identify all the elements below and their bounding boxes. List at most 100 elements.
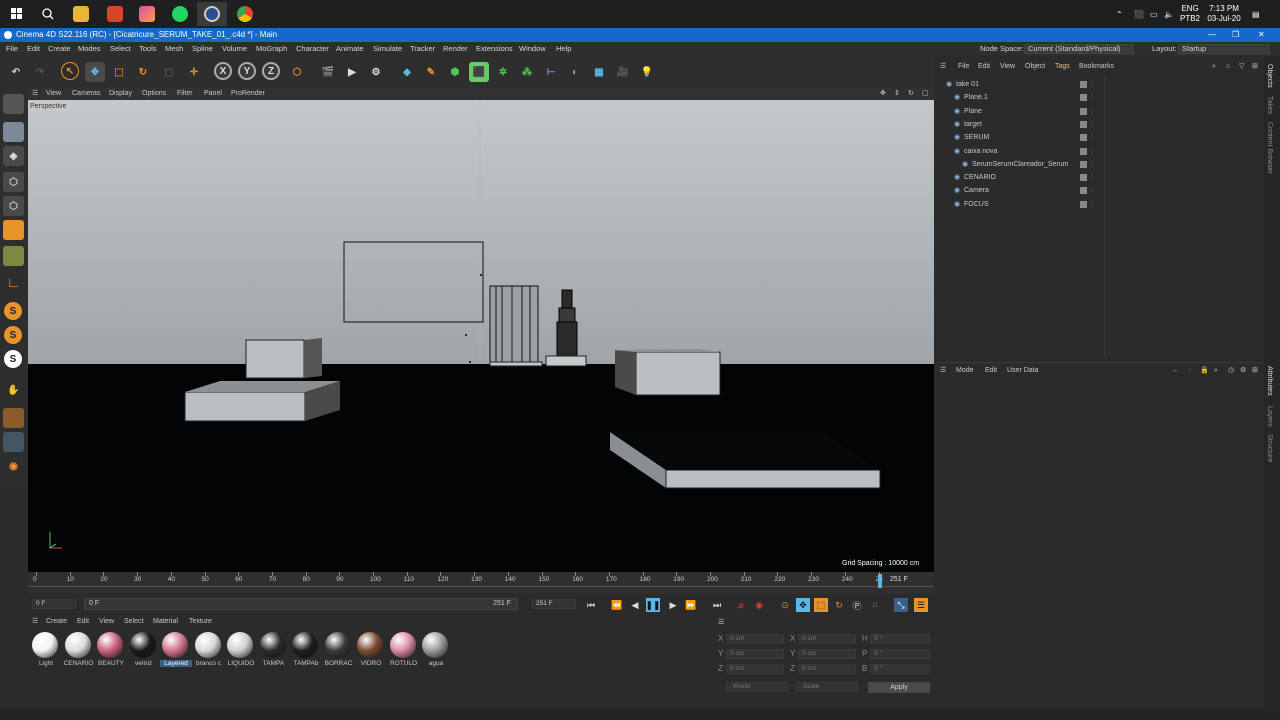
tab-objects[interactable]: Objects	[1266, 64, 1273, 88]
move-tool-icon[interactable]: ✥	[85, 62, 105, 82]
layer-visibility-toggle[interactable]	[1080, 174, 1087, 182]
tab-content-browser[interactable]: Content Browser	[1266, 122, 1273, 174]
node-space-dropdown[interactable]: Current (Standard/Physical)	[1024, 44, 1134, 54]
object-row[interactable]: ◉ Camera:	[934, 184, 1264, 197]
viewport-camera-label[interactable]: Perspective	[28, 102, 69, 111]
apply-button[interactable]: Apply	[868, 682, 930, 693]
layer-visibility-toggle[interactable]	[1080, 147, 1087, 155]
record-keys-icon[interactable]: ⌀	[734, 598, 748, 612]
vp-move-icon[interactable]: ✥	[880, 88, 886, 100]
pos-z-field[interactable]: 0 cm	[726, 664, 784, 674]
scale-mode-dropdown[interactable]: Scale	[796, 682, 858, 692]
material-swatch[interactable]: Layered	[160, 632, 192, 667]
object-row[interactable]: ◉ caixa nova:	[934, 145, 1264, 158]
menu-tools[interactable]: Tools	[139, 42, 157, 56]
grid-lock-icon[interactable]	[3, 432, 24, 452]
object-row[interactable]: ◉ target:	[934, 118, 1264, 131]
tab-attributes[interactable]: Attributes	[1266, 366, 1273, 396]
photos-app-icon[interactable]	[132, 2, 162, 26]
edges-mode-icon[interactable]: ⬡	[3, 196, 24, 216]
mat-menu-create[interactable]: Create	[46, 616, 67, 628]
spotify-icon[interactable]	[165, 2, 195, 26]
search-icon[interactable]	[33, 2, 63, 26]
object-row[interactable]: ◉ CENARIO:	[934, 171, 1264, 184]
media-app-icon[interactable]	[100, 2, 130, 26]
uv-mode-icon[interactable]	[3, 246, 24, 266]
attr-search-icon[interactable]: ⌕	[1214, 363, 1218, 379]
object-row[interactable]: ◉ SerumSerumClareador_Serum:	[934, 158, 1264, 171]
mat-menu-edit[interactable]: Edit	[77, 616, 89, 628]
editor-render-dots[interactable]: :	[1091, 198, 1093, 211]
next-key-icon[interactable]: ⏩	[684, 598, 698, 612]
mograph-icon[interactable]: ⁂	[517, 62, 537, 82]
workplane-icon[interactable]	[3, 408, 24, 428]
editor-render-dots[interactable]: :	[1091, 145, 1093, 158]
redo-icon[interactable]: ↷	[30, 62, 50, 82]
rot-h-field[interactable]: 0 °	[870, 634, 930, 644]
menu-edit[interactable]: Edit	[27, 42, 40, 56]
coords-menu-icon[interactable]: ☰	[718, 618, 724, 626]
material-swatch[interactable]: BEAUTY	[95, 632, 125, 667]
preview-range-slider[interactable]: 0 F 251 F	[84, 598, 518, 610]
minimize-button[interactable]: —	[1208, 28, 1216, 42]
mat-menu-texture[interactable]: Texture	[189, 616, 212, 628]
pla-key-icon[interactable]: ⁙	[868, 598, 882, 612]
layer-visibility-toggle[interactable]	[1080, 120, 1087, 128]
chrome-icon[interactable]	[230, 2, 260, 26]
material-swatch[interactable]: Light	[30, 632, 60, 667]
undo-icon[interactable]: ↶	[6, 62, 26, 82]
attr-menu-userdata[interactable]: User Data	[1007, 363, 1039, 379]
editor-render-dots[interactable]: :	[1091, 78, 1093, 91]
parameter-key-icon[interactable]: Ⓟ	[850, 598, 864, 612]
obj-menu-view[interactable]: View	[1000, 61, 1015, 73]
object-row[interactable]: ◉ Plane:	[934, 105, 1264, 118]
menu-simulate[interactable]: Simulate	[373, 42, 402, 56]
cube-icon[interactable]: ◆	[397, 62, 417, 82]
start-frame-field[interactable]: 0 F	[32, 599, 76, 609]
tray-app-icon[interactable]: ⬛	[1134, 0, 1144, 28]
viewport-menu-icon[interactable]: ☰	[32, 88, 38, 100]
size-x-field[interactable]: 0 cm	[798, 634, 856, 644]
attr-menu-icon[interactable]: ☰	[940, 363, 946, 379]
size-y-field[interactable]: 0 cm	[798, 649, 856, 659]
pos-y-field[interactable]: 0 cm	[726, 649, 784, 659]
x-axis-button[interactable]: X	[214, 62, 232, 80]
material-swatch[interactable]: verniz	[128, 632, 158, 667]
editor-render-dots[interactable]: :	[1091, 91, 1093, 104]
attr-up-icon[interactable]: ↑	[1188, 363, 1192, 379]
glass-box-object[interactable]	[489, 285, 543, 367]
scale-tool-icon[interactable]: ⬚	[109, 62, 129, 82]
file-explorer-icon[interactable]	[66, 2, 96, 26]
clock[interactable]: 7:13 PM 03-Jul-20	[1206, 0, 1242, 28]
snap-s2-button[interactable]: S	[4, 326, 22, 344]
vp-maximize-icon[interactable]: ▢	[922, 88, 929, 100]
menu-render[interactable]: Render	[443, 42, 468, 56]
menu-help[interactable]: Help	[556, 42, 571, 56]
goto-end-icon[interactable]: ⏭	[710, 598, 724, 612]
viewport-scene[interactable]	[28, 100, 934, 572]
pause-button[interactable]: ❚❚	[645, 598, 661, 612]
vp-zoom-icon[interactable]: ⇕	[894, 88, 900, 100]
attr-history-icon[interactable]: ◷	[1228, 363, 1234, 379]
material-swatch[interactable]: agua	[420, 632, 450, 667]
editor-render-dots[interactable]: :	[1091, 105, 1093, 118]
slab-left[interactable]	[184, 381, 340, 422]
notification-icon[interactable]: ▤	[1252, 0, 1260, 28]
model-mode-icon[interactable]	[3, 122, 24, 142]
material-swatch[interactable]: CENARIO	[63, 632, 93, 667]
layer-visibility-toggle[interactable]	[1080, 94, 1087, 102]
snap-s1-button[interactable]: S	[4, 302, 22, 320]
close-button[interactable]: ✕	[1258, 28, 1265, 42]
material-swatch[interactable]: TAMPAb	[290, 632, 320, 667]
layer-visibility-toggle[interactable]	[1080, 187, 1087, 195]
solo-icon[interactable]: ◉	[3, 456, 24, 476]
vp-menu-display[interactable]: Display	[109, 88, 132, 100]
menu-file[interactable]: File	[6, 42, 18, 56]
rot-p-field[interactable]: 0 °	[870, 649, 930, 659]
snap-s3-button[interactable]: S	[4, 350, 22, 368]
menu-volume[interactable]: Volume	[222, 42, 247, 56]
scale-key-icon[interactable]: ⬚	[814, 598, 828, 612]
camera-icon[interactable]: 🎥	[613, 62, 633, 82]
recent-tool-icon[interactable]: ▢	[159, 62, 179, 82]
pen-spline-icon[interactable]: ✎	[421, 62, 441, 82]
